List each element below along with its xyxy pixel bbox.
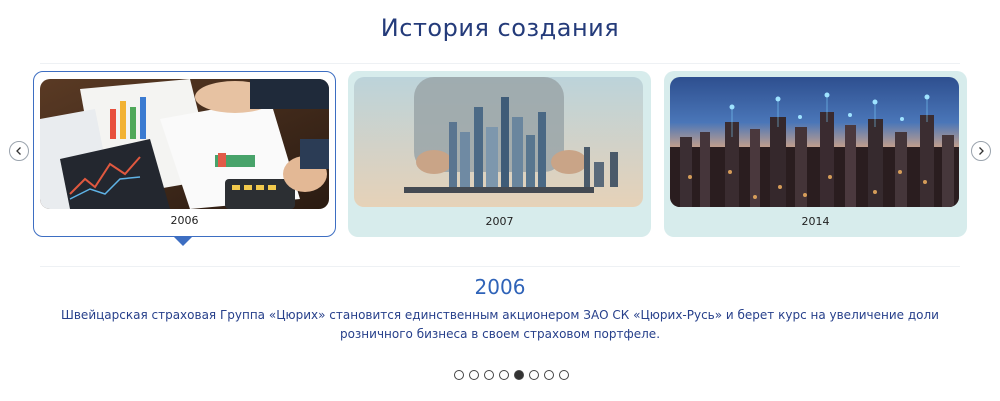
card-year-label: 2014 [801,215,830,228]
year-description: Швейцарская страховая Группа «Цюрих» ста… [61,308,939,341]
pagination-dot[interactable] [484,370,494,380]
pagination-dot[interactable] [529,370,539,380]
timeline-card-2006[interactable]: 2006 [33,71,336,237]
card-year-label: 2006 [170,214,199,227]
pagination-dot[interactable] [499,370,509,380]
carousel-prev-button[interactable] [9,141,29,161]
section-title: История создания [380,14,620,42]
chevron-right-icon [979,147,984,155]
pagination-dot[interactable] [454,370,464,380]
top-divider [40,63,960,64]
card-year-label: 2007 [485,215,514,228]
pagination-dot[interactable] [469,370,479,380]
timeline-card-2007[interactable]: 2007 [348,71,651,237]
pagination-dot-active[interactable] [514,370,524,380]
carousel-pagination [454,370,569,380]
middle-divider [40,266,960,267]
timeline-card-2014[interactable]: 2014 [664,71,967,237]
pagination-dot[interactable] [544,370,554,380]
selected-year: 2006 [474,275,526,299]
city-on-tablet-photo [354,77,643,207]
chevron-left-icon [16,147,21,155]
pagination-dot[interactable] [559,370,569,380]
active-card-pointer [174,237,192,246]
carousel-next-button[interactable] [971,141,991,161]
business-charts-documents-photo [40,79,329,209]
city-night-network-photo [670,77,959,207]
